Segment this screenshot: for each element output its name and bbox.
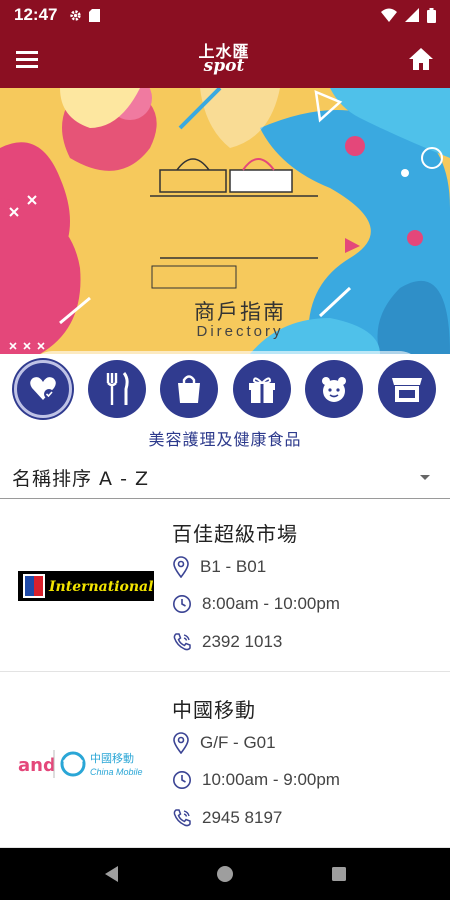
shop-item[interactable]: International 百佳超級市場 B1 - B01 8:00am - 1… bbox=[0, 500, 450, 672]
signal-icon bbox=[405, 8, 419, 22]
kids-toys-icon bbox=[322, 377, 346, 402]
banner-title-en: Directory bbox=[196, 323, 284, 340]
app-bar: 上水匯 spot bbox=[0, 30, 450, 88]
search-input[interactable] bbox=[70, 351, 424, 354]
shop-hours: 10:00am - 9:00pm bbox=[202, 770, 340, 789]
home-button-icon[interactable] bbox=[215, 864, 235, 884]
international-logo-icon: International bbox=[18, 571, 154, 601]
svg-text:International: International bbox=[48, 579, 153, 595]
svg-text:and: and bbox=[18, 755, 56, 776]
shop-list: International 百佳超級市場 B1 - B01 8:00am - 1… bbox=[0, 500, 450, 848]
phone-icon bbox=[173, 809, 191, 827]
sd-card-icon bbox=[89, 8, 101, 22]
logo-bottom-text: spot bbox=[203, 55, 245, 76]
category-row bbox=[0, 360, 450, 420]
shop-phone[interactable]: 2392 1013 bbox=[202, 632, 282, 652]
home-icon[interactable] bbox=[408, 47, 434, 71]
shop-hours-row: 10:00am - 9:00pm bbox=[172, 770, 340, 790]
wifi-icon bbox=[381, 8, 397, 22]
category-beauty-health[interactable] bbox=[14, 360, 72, 418]
shop-name: 百佳超級市場 bbox=[172, 522, 298, 546]
shop-location: G/F - G01 bbox=[200, 733, 276, 752]
category-services[interactable] bbox=[378, 360, 436, 418]
recents-icon[interactable] bbox=[330, 865, 348, 883]
banner-title-zh: 商戶指南 bbox=[194, 300, 286, 324]
china-mobile-logo-icon: and 中國移動 China Mobile bbox=[18, 750, 143, 778]
shop-location-row: G/F - G01 bbox=[172, 732, 276, 754]
dining-icon bbox=[106, 372, 129, 405]
settings-gear-icon bbox=[70, 9, 82, 21]
dropdown-arrow-icon bbox=[420, 474, 430, 480]
shop-hours: 8:00am - 10:00pm bbox=[202, 594, 340, 613]
shop-logo: International bbox=[18, 571, 154, 601]
shop-hours-row: 8:00am - 10:00pm bbox=[172, 594, 340, 614]
shopping-bag-icon bbox=[178, 375, 200, 403]
category-dining[interactable] bbox=[88, 360, 146, 418]
svg-text:中國移動: 中國移動 bbox=[90, 751, 134, 765]
gift-icon bbox=[249, 377, 275, 403]
status-bar: 12:47 bbox=[0, 0, 450, 30]
system-nav-bar bbox=[0, 848, 450, 900]
status-time: 12:47 bbox=[14, 5, 58, 24]
shop-logo: and 中國移動 China Mobile bbox=[18, 744, 154, 784]
category-kids[interactable] bbox=[305, 360, 363, 418]
location-pin-icon bbox=[173, 556, 189, 578]
shop-item[interactable]: and 中國移動 China Mobile 中國移動 G/F - G01 10:… bbox=[0, 676, 450, 848]
beauty-health-icon bbox=[30, 377, 56, 400]
menu-icon[interactable] bbox=[16, 49, 40, 69]
sort-label: 名稱排序 A - Z bbox=[12, 467, 149, 490]
location-pin-icon bbox=[173, 732, 189, 754]
svg-text:China Mobile: China Mobile bbox=[90, 767, 143, 777]
shop-phone[interactable]: 2945 8197 bbox=[202, 808, 282, 828]
shop-front-icon bbox=[392, 378, 422, 402]
category-gift[interactable] bbox=[233, 360, 291, 418]
directory-banner: 商戶指南 Directory bbox=[0, 88, 450, 354]
clock-icon bbox=[173, 595, 191, 613]
sort-dropdown[interactable]: 名稱排序 A - Z bbox=[0, 456, 450, 499]
app-logo: 上水匯 spot bbox=[198, 43, 249, 76]
search-box[interactable] bbox=[28, 351, 424, 354]
battery-icon bbox=[427, 7, 436, 23]
phone-icon bbox=[173, 633, 191, 651]
back-icon[interactable] bbox=[102, 864, 120, 884]
shop-phone-row[interactable]: 2392 1013 bbox=[172, 632, 282, 652]
selected-category-label: 美容護理及健康食品 bbox=[148, 430, 302, 449]
shop-location-row: B1 - B01 bbox=[172, 556, 266, 578]
shop-location: B1 - B01 bbox=[200, 557, 267, 576]
category-shopping[interactable] bbox=[160, 360, 218, 418]
clock-icon bbox=[173, 771, 191, 789]
shop-name: 中國移動 bbox=[172, 698, 256, 722]
shop-phone-row[interactable]: 2945 8197 bbox=[172, 808, 282, 828]
